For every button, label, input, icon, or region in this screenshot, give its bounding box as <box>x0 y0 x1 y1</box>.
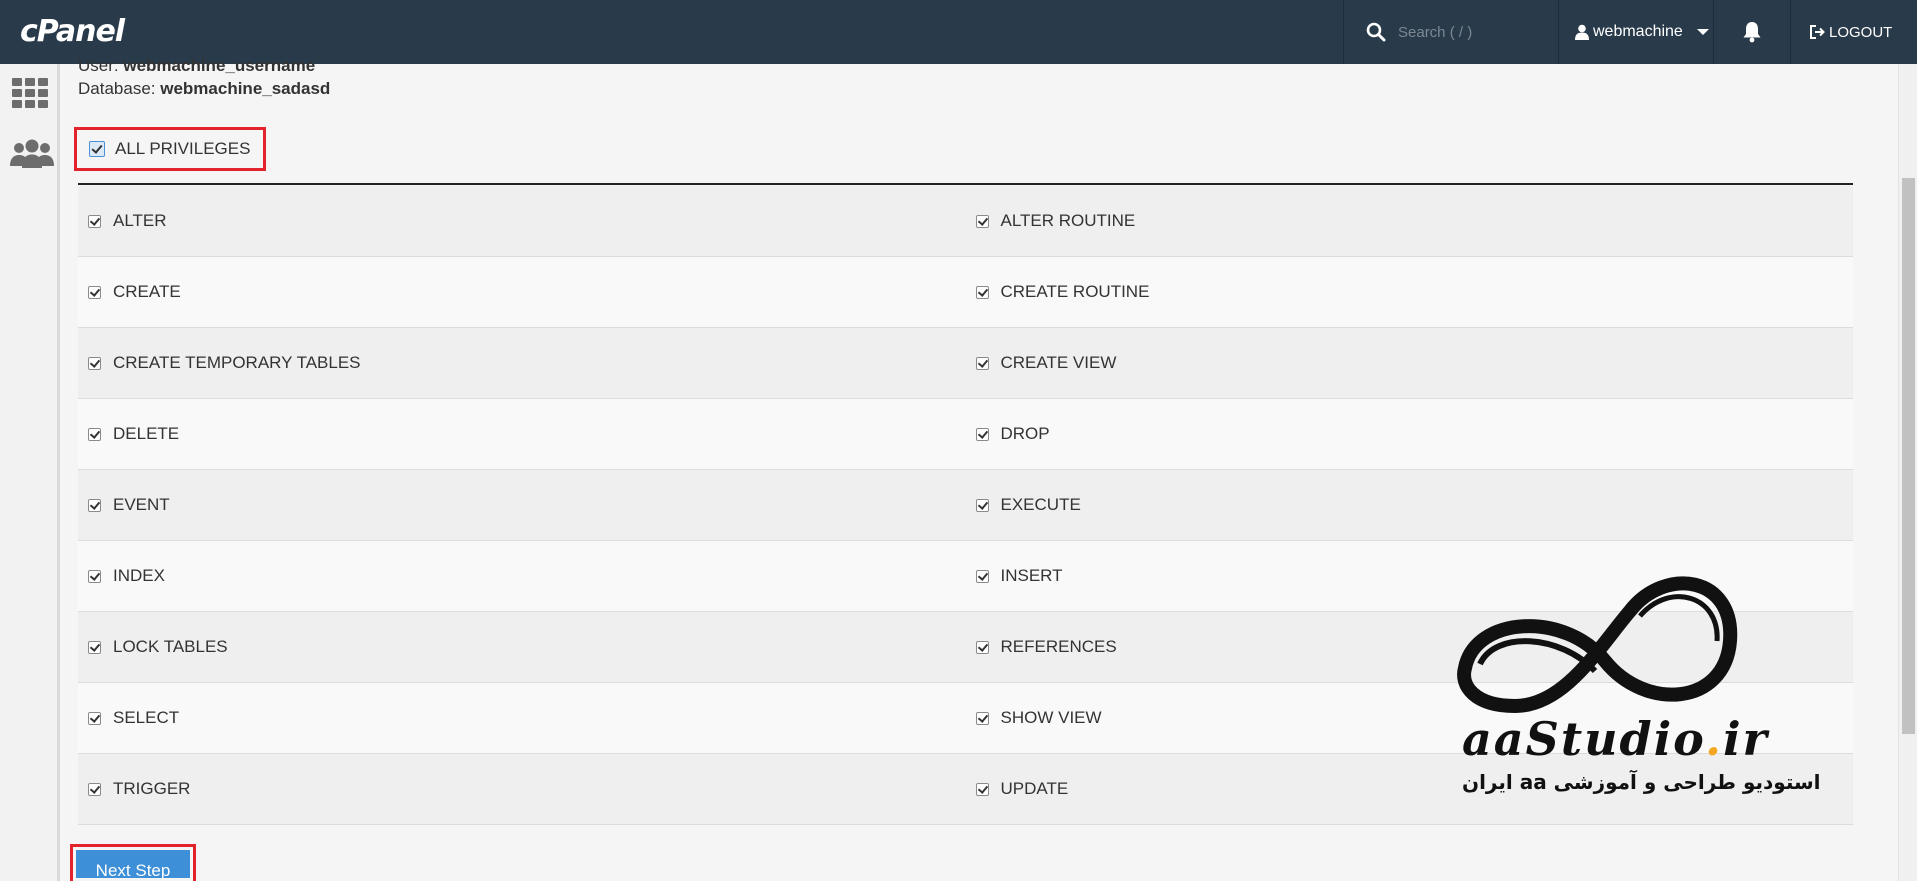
privilege-checkbox[interactable] <box>88 356 101 370</box>
all-privileges-checkbox[interactable] <box>89 141 105 157</box>
privilege-cell[interactable]: LOCK TABLES <box>78 612 966 682</box>
logout-label: LOGOUT <box>1829 23 1893 41</box>
privilege-cell[interactable]: INDEX <box>78 541 966 611</box>
privilege-cell[interactable]: TRIGGER <box>78 754 966 824</box>
privilege-checkbox[interactable] <box>975 427 989 441</box>
privilege-checkbox[interactable] <box>88 214 101 228</box>
privilege-cell[interactable]: DROP <box>966 399 1854 469</box>
all-privileges-box[interactable]: ALL PRIVILEGES <box>74 127 266 171</box>
privilege-cell[interactable]: CREATE VIEW <box>966 328 1854 398</box>
sidebar <box>0 64 60 881</box>
privilege-label: CREATE TEMPORARY TABLES <box>113 353 361 372</box>
privilege-cell[interactable]: EVENT <box>78 470 966 540</box>
next-step-button[interactable]: Next Step <box>76 850 190 880</box>
privilege-checkbox[interactable] <box>975 285 989 299</box>
database-prefix: Database: <box>78 79 156 98</box>
privilege-label: EVENT <box>113 495 170 514</box>
privilege-label: DELETE <box>113 424 180 443</box>
bell-icon <box>1743 22 1761 43</box>
user-prefix: User: <box>78 56 119 75</box>
watermark-english: aaStudio.ir <box>1462 712 1769 766</box>
privilege-cell[interactable]: CREATE ROUTINE <box>966 257 1854 327</box>
privilege-cell[interactable]: CREATE <box>78 257 966 327</box>
next-step-highlight: Next Step <box>70 844 196 881</box>
privilege-label: CREATE <box>113 282 181 301</box>
privilege-cell[interactable]: DELETE <box>78 399 966 469</box>
privilege-checkbox[interactable] <box>88 498 101 512</box>
privilege-cell[interactable]: SELECT <box>78 683 966 753</box>
privilege-label: EXECUTE <box>1000 495 1081 514</box>
logout-button[interactable]: LOGOUT <box>1790 0 1900 64</box>
username-label: webmachine <box>1593 23 1683 40</box>
privilege-label: CREATE ROUTINE <box>1000 282 1150 301</box>
privilege-checkbox[interactable] <box>88 285 101 299</box>
privilege-label: REFERENCES <box>1000 637 1117 656</box>
privilege-checkbox[interactable] <box>88 427 101 441</box>
privilege-label: CREATE VIEW <box>1000 353 1117 372</box>
privilege-checkbox[interactable] <box>88 711 101 725</box>
privilege-checkbox[interactable] <box>88 640 101 654</box>
logout-icon <box>1810 25 1825 39</box>
user-info-line: User: webmachine_username <box>78 56 315 76</box>
scrollbar-thumb[interactable] <box>1902 178 1915 734</box>
privilege-label: UPDATE <box>1000 779 1069 798</box>
privilege-checkbox[interactable] <box>88 782 101 796</box>
table-row: ALTER ALTER ROUTINE <box>78 186 1853 257</box>
users-group-icon[interactable] <box>10 138 54 170</box>
privilege-checkbox[interactable] <box>975 782 989 796</box>
privilege-label: INDEX <box>113 566 165 585</box>
privilege-checkbox[interactable] <box>975 640 989 654</box>
table-row: EVENT EXECUTE <box>78 470 1853 541</box>
user-value: webmachine_username <box>123 56 316 75</box>
privilege-label: ALTER <box>113 211 167 230</box>
privilege-cell[interactable]: CREATE TEMPORARY TABLES <box>78 328 966 398</box>
privilege-checkbox[interactable] <box>975 711 989 725</box>
watermark-persian: استودیو طراحی و آموزشی aa ایران <box>1462 770 1821 794</box>
privilege-label: ALTER ROUTINE <box>1000 211 1136 230</box>
search-icon <box>1366 22 1386 42</box>
search-box[interactable]: Search ( / ) <box>1343 0 1558 64</box>
privilege-label: TRIGGER <box>113 779 191 798</box>
cpanel-logo[interactable]: cPanel <box>20 14 125 49</box>
table-row: CREATE TEMPORARY TABLES CREATE VIEW <box>78 328 1853 399</box>
privilege-label: SHOW VIEW <box>1000 708 1102 727</box>
grid-apps-icon[interactable] <box>10 76 50 110</box>
notifications-button[interactable] <box>1713 0 1790 64</box>
privilege-checkbox[interactable] <box>88 569 101 583</box>
privilege-label: SELECT <box>113 708 180 727</box>
table-row: DELETE DROP <box>78 399 1853 470</box>
table-row: CREATE CREATE ROUTINE <box>78 257 1853 328</box>
privilege-cell[interactable]: EXECUTE <box>966 470 1854 540</box>
chevron-down-icon <box>1696 29 1709 35</box>
privilege-checkbox[interactable] <box>975 356 989 370</box>
privilege-cell[interactable]: ALTER <box>78 186 966 256</box>
vertical-scrollbar[interactable] <box>1898 64 1917 881</box>
privilege-checkbox[interactable] <box>975 498 989 512</box>
privilege-checkbox[interactable] <box>975 569 989 583</box>
privilege-label: DROP <box>1000 424 1050 443</box>
divider <box>78 183 1853 185</box>
search-placeholder: Search ( / ) <box>1398 23 1473 41</box>
user-menu[interactable]: webmachine <box>1558 0 1713 64</box>
all-privileges-label: ALL PRIVILEGES <box>115 139 251 158</box>
user-icon <box>1575 24 1589 40</box>
infinity-brush-logo <box>1457 576 1738 714</box>
privilege-cell[interactable]: ALTER ROUTINE <box>966 186 1854 256</box>
privilege-label: INSERT <box>1000 566 1063 585</box>
database-info-line: Database: webmachine_sadasd <box>78 79 330 99</box>
top-bar-actions: Search ( / ) webmachine LOGOUT <box>1343 0 1900 64</box>
privilege-checkbox[interactable] <box>975 214 989 228</box>
top-bar: cPanel Search ( / ) webmachine LOGOUT <box>0 0 1917 64</box>
privilege-label: LOCK TABLES <box>113 637 228 656</box>
database-value: webmachine_sadasd <box>160 79 331 98</box>
